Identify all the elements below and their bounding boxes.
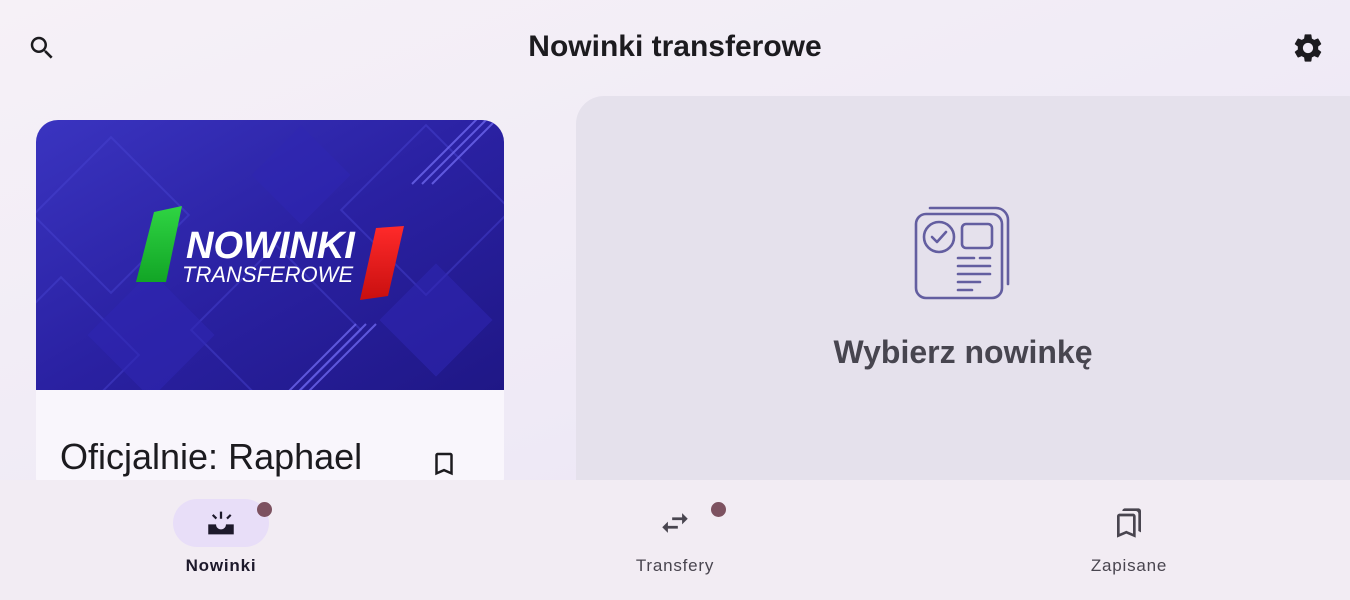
- top-app-bar: Nowinki transferowe: [0, 0, 1350, 96]
- nav-item-transfery[interactable]: Transfery: [454, 480, 908, 600]
- empty-state-text: Wybierz nowinkę: [833, 334, 1093, 370]
- bookmarks-icon: [1117, 508, 1141, 538]
- notification-badge: [257, 502, 272, 517]
- bookmark-button[interactable]: [424, 444, 464, 484]
- nav-item-nowinki[interactable]: Nowinki: [0, 480, 454, 600]
- banner-title: NOWINKI: [186, 225, 356, 267]
- notification-badge: [711, 502, 726, 517]
- swap-icon: [662, 513, 688, 533]
- nav-label: Transfery: [635, 556, 715, 575]
- page-title: Nowinki transferowe: [528, 30, 822, 63]
- nav-label: Nowinki: [185, 556, 257, 575]
- news-card-title: Oficjalnie: Raphael: [60, 436, 363, 477]
- settings-button[interactable]: [1288, 28, 1328, 68]
- gear-icon: [1294, 34, 1322, 62]
- nav-icon-container: [627, 499, 723, 547]
- article-icon: [914, 206, 1010, 300]
- nav-active-indicator: [173, 499, 269, 547]
- bookmark-outline-icon: [435, 452, 453, 476]
- nav-icon-container: [1081, 499, 1177, 547]
- nav-label: Zapisane: [1090, 556, 1168, 575]
- nav-item-zapisane[interactable]: Zapisane: [908, 480, 1350, 600]
- inbox-new-icon: [208, 511, 234, 535]
- detail-pane: Wybierz nowinkę: [576, 96, 1350, 516]
- bottom-navigation: Nowinki Transfery Zapisane: [0, 480, 1350, 600]
- news-card[interactable]: NOWINKI TRANSFEROWE Oficjalnie: Raphael: [36, 120, 504, 500]
- news-banner-image: NOWINKI TRANSFEROWE: [36, 120, 504, 390]
- banner-subtitle: TRANSFEROWE: [182, 262, 353, 287]
